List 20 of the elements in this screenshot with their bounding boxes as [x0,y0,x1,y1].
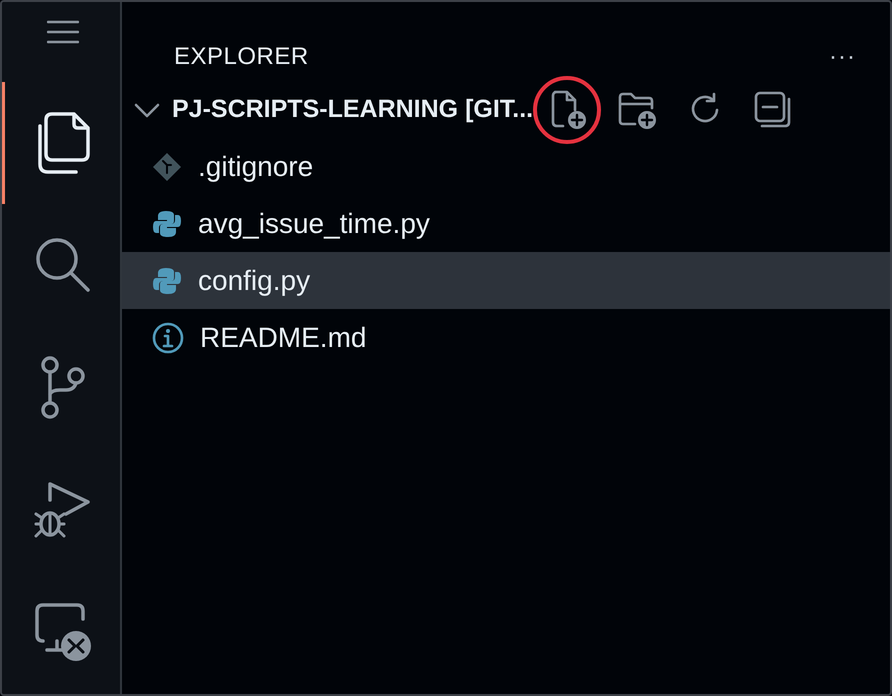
panel-title: EXPLORER [174,42,309,72]
git-file-icon [152,152,182,182]
folder-name[interactable]: PJ-SCRIPTS-LEARNING [GIT... [172,91,534,129]
chevron-down-icon [134,102,160,118]
remote-icon [32,602,92,663]
more-actions-button[interactable]: ··· [825,39,860,75]
files-icon [36,112,90,174]
python-file-icon [152,208,182,238]
new-folder-icon [617,90,658,130]
debug-icon [34,480,92,540]
file-row[interactable]: README.md [122,309,890,366]
info-file-icon [152,322,184,354]
search-icon [34,237,90,294]
python-file-icon [152,266,182,296]
collapse-all-icon [753,90,794,130]
file-row[interactable]: config.py [122,252,890,309]
menu-icon [46,20,78,44]
file-row[interactable]: avg_issue_time.py [122,195,890,252]
new-file-button[interactable] [535,78,600,142]
file-row[interactable]: .gitignore [122,138,890,195]
